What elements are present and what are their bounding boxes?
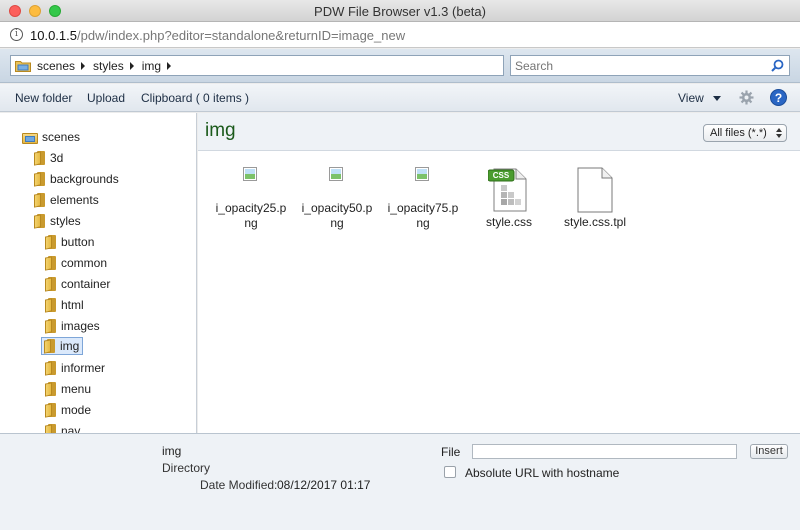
broken-image-icon <box>329 167 345 183</box>
folder-icon <box>45 256 56 271</box>
breadcrumb-item-img[interactable]: img <box>142 59 172 73</box>
chevron-right-icon <box>81 61 86 70</box>
file-item[interactable]: i_opacity25.png <box>209 167 293 231</box>
folder-icon <box>34 193 45 208</box>
file-type-filter[interactable]: All files (*.*) <box>703 124 787 142</box>
file-item[interactable]: style.css.tpl <box>553 167 637 230</box>
folder-icon <box>45 403 56 418</box>
folder-icon <box>34 151 45 166</box>
date-modified-label: Date Modified: <box>200 478 278 492</box>
file-name: i_opacity75.png <box>387 201 459 230</box>
tree-item-3d[interactable]: 3d <box>32 149 66 167</box>
broken-image-icon <box>415 167 431 183</box>
search-box <box>510 55 790 76</box>
upload-button[interactable]: Upload <box>87 91 125 105</box>
tree-item-button[interactable]: button <box>43 233 97 251</box>
selected-item-name: img <box>162 444 182 458</box>
new-folder-button[interactable]: New folder <box>15 91 72 105</box>
file-field[interactable] <box>472 444 737 459</box>
window-title: PDW File Browser v1.3 (beta) <box>314 4 486 19</box>
tree-item-elements[interactable]: elements <box>32 191 102 209</box>
folder-icon <box>45 298 56 313</box>
folder-icon <box>34 172 45 187</box>
window-titlebar: PDW File Browser v1.3 (beta) <box>0 0 800 22</box>
file-field-label: File <box>441 445 461 459</box>
up-down-arrows-icon <box>776 128 782 138</box>
date-modified-value: 08/12/2017 01:17 <box>277 478 371 492</box>
css-badge: CSS <box>492 171 510 180</box>
address-bar[interactable]: i 10.0.1.5/pdw/index.php?editor=standalo… <box>0 22 800 48</box>
folder-icon <box>45 235 56 250</box>
css-file-icon: CSS <box>487 167 530 213</box>
file-name: i_opacity50.png <box>301 201 373 230</box>
info-icon[interactable]: i <box>10 28 23 41</box>
url-text[interactable]: 10.0.1.5/pdw/index.php?editor=standalone… <box>30 28 405 43</box>
folder-icon <box>34 214 45 229</box>
blank-file-icon <box>574 167 616 213</box>
file-item[interactable]: CSS style.css <box>467 167 551 230</box>
breadcrumb: scenes styles img <box>10 55 504 76</box>
current-folder-title: img <box>205 120 236 141</box>
file-name: style.css.tpl <box>563 215 626 229</box>
folder-icon <box>15 60 31 72</box>
tree-item-menu[interactable]: menu <box>43 380 94 398</box>
clipboard-button[interactable]: Clipboard ( 0 items ) <box>141 91 249 105</box>
file-list-panel: img All files (*.*) i_opacity25.png i_op… <box>198 113 800 433</box>
tree-item-html[interactable]: html <box>43 296 87 314</box>
selected-item-type: Directory <box>162 461 211 475</box>
tree-item-styles[interactable]: styles <box>32 212 84 230</box>
tree-item-common[interactable]: common <box>43 254 110 272</box>
details-panel: img Directory Date Modified: 08/12/2017 … <box>0 433 800 530</box>
insert-button[interactable]: Insert <box>750 444 788 459</box>
action-toolbar: New folder Upload Clipboard ( 0 items ) … <box>0 84 800 112</box>
tree-item-container[interactable]: container <box>43 275 113 293</box>
broken-image-icon <box>243 167 259 183</box>
folder-icon <box>45 382 56 397</box>
folder-icon <box>45 319 56 334</box>
tree-item-scenes[interactable]: scenes <box>20 128 83 146</box>
breadcrumb-item-styles[interactable]: styles <box>93 59 134 73</box>
search-icon[interactable] <box>771 59 784 72</box>
url-path: /pdw/index.php?editor=standalone&returnI… <box>77 28 406 43</box>
file-item[interactable]: i_opacity50.png <box>295 167 379 231</box>
tree-item-nav[interactable]: nav <box>43 422 83 433</box>
file-item[interactable]: i_opacity75.png <box>381 167 465 231</box>
file-name: i_opacity25.png <box>215 201 287 230</box>
path-toolbar: scenes styles img <box>0 49 800 83</box>
file-name: style.css <box>485 215 532 229</box>
breadcrumb-item-scenes[interactable]: scenes <box>37 59 86 73</box>
tree-item-informer[interactable]: informer <box>43 359 108 377</box>
folder-icon <box>45 361 56 376</box>
help-icon[interactable]: ? <box>770 89 787 106</box>
tree-item-images[interactable]: images <box>43 317 103 335</box>
chevron-right-icon <box>129 61 134 70</box>
chevron-right-icon <box>167 61 172 70</box>
file-list-header: img All files (*.*) <box>198 113 800 151</box>
tree-item-mode[interactable]: mode <box>43 401 94 419</box>
url-host: 10.0.1.5 <box>30 28 77 43</box>
tree-item-backgrounds[interactable]: backgrounds <box>32 170 122 188</box>
root-folder-icon <box>22 131 38 144</box>
tree-item-img[interactable]: img <box>41 337 84 355</box>
folder-icon <box>45 424 56 433</box>
folder-icon <box>45 277 56 292</box>
search-input[interactable] <box>511 56 761 75</box>
view-menu-button[interactable]: View <box>678 91 721 105</box>
folder-icon <box>44 339 55 354</box>
folder-tree: scenes 3d backgrounds elements styles bu… <box>0 113 197 433</box>
gear-icon[interactable] <box>739 90 754 105</box>
absolute-url-checkbox[interactable] <box>444 466 456 478</box>
absolute-url-label[interactable]: Absolute URL with hostname <box>465 466 619 480</box>
chevron-down-icon <box>712 95 721 101</box>
